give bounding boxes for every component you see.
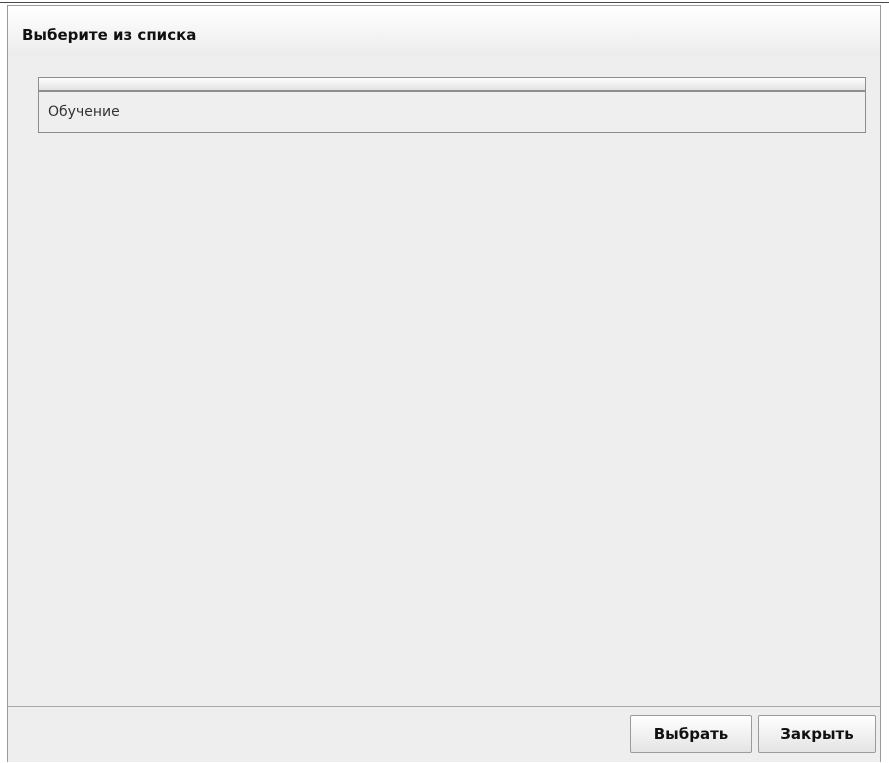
screen: Выберите из списка Обучение Выбрать Закр… xyxy=(0,0,889,763)
close-button[interactable]: Закрыть xyxy=(758,715,876,753)
options-list: Обучение xyxy=(38,77,866,133)
dialog-footer: Выбрать Закрыть xyxy=(8,706,880,762)
dialog-header: Выберите из списка xyxy=(8,6,880,56)
select-button[interactable]: Выбрать xyxy=(630,715,752,753)
list-header-bar xyxy=(39,78,865,92)
select-from-list-dialog: Выберите из списка Обучение Выбрать Закр… xyxy=(7,5,881,762)
dialog-title: Выберите из списка xyxy=(22,26,197,44)
top-divider-line xyxy=(0,2,889,3)
list-item[interactable]: Обучение xyxy=(39,92,865,132)
